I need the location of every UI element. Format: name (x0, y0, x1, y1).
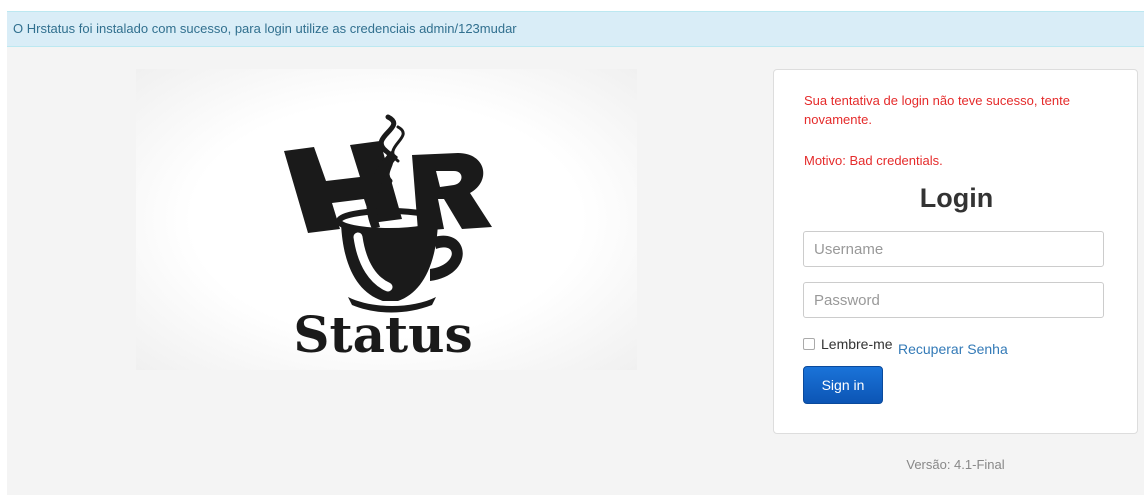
recover-password-link[interactable]: Recuperar Senha (898, 341, 1008, 357)
login-panel: Sua tentativa de login não teve sucesso,… (773, 69, 1138, 434)
alert-message: O Hrstatus foi instalado com sucesso, pa… (13, 21, 517, 36)
install-success-alert: O Hrstatus foi instalado com sucesso, pa… (7, 11, 1144, 47)
svg-text:Status: Status (293, 305, 472, 364)
login-error-reason: Motivo: Bad credentials. (804, 153, 943, 168)
remember-me-label: Lembre-me (821, 336, 893, 352)
username-input[interactable] (803, 231, 1104, 267)
password-input[interactable] (803, 282, 1104, 318)
hr-status-logo: Status (136, 69, 637, 370)
sign-in-button[interactable]: Sign in (803, 366, 883, 404)
remember-me-checkbox[interactable] (803, 338, 815, 350)
login-error-message: Sua tentativa de login não teve sucesso,… (804, 93, 1070, 127)
version-label: Versão: 4.1-Final (906, 457, 1005, 472)
login-title: Login (919, 183, 994, 213)
page: O Hrstatus foi instalado com sucesso, pa… (7, 11, 1144, 495)
coffee-cup-logo-icon: Status (284, 114, 492, 364)
